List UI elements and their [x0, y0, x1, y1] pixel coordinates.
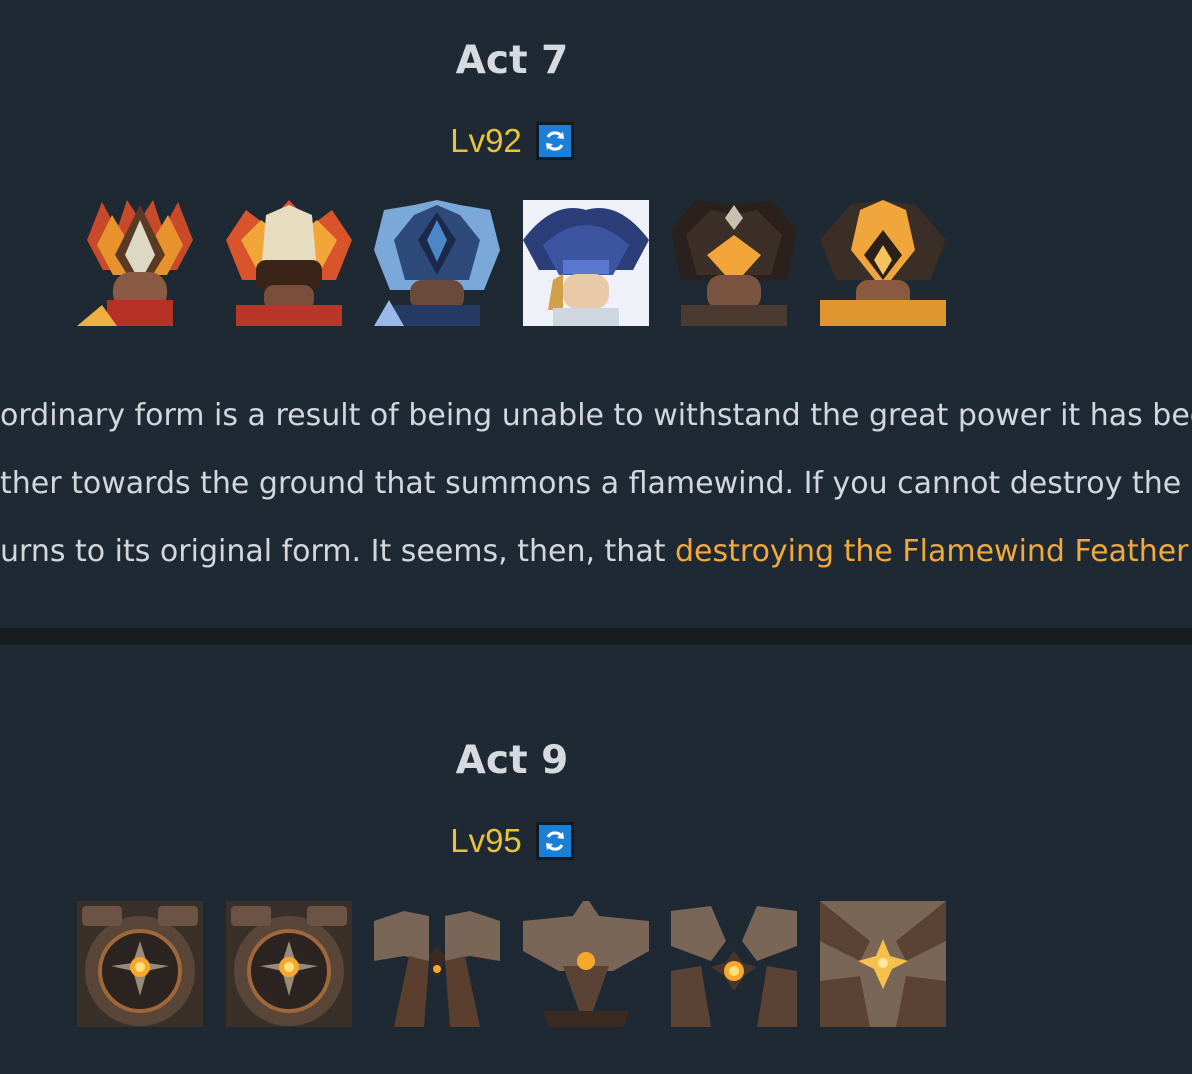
level-label: Lv95 — [450, 822, 522, 859]
description-line: ordinary form is a result of being unabl… — [0, 398, 1192, 433]
flame-masked-warrior-icon[interactable] — [77, 200, 203, 326]
level-row: Lv92 — [0, 121, 1024, 161]
construct-core-icon[interactable] — [77, 901, 203, 1027]
description: ordinary form is a result of being unabl… — [0, 382, 1192, 586]
hydro-hat-warrior-icon[interactable] — [523, 200, 649, 326]
description-highlight: destroying the Flamewind Feather u — [675, 534, 1192, 569]
act-title: Act 9 — [455, 738, 569, 783]
description-line: ther towards the ground that summons a f… — [0, 466, 1192, 501]
construct-star-icon[interactable] — [820, 901, 946, 1027]
refresh-button[interactable] — [535, 122, 574, 160]
level-label: Lv92 — [450, 122, 522, 159]
construct-winged-icon[interactable] — [523, 901, 649, 1027]
section-divider — [0, 628, 1192, 645]
description-line: urns to its original form. It seems, the… — [0, 518, 1192, 586]
refresh-button[interactable] — [535, 822, 574, 860]
act-title: Act 7 — [455, 38, 569, 83]
geo-masked-warrior-2-icon[interactable] — [820, 200, 946, 326]
hydro-masked-warrior-icon[interactable] — [374, 200, 500, 326]
construct-claw-icon[interactable] — [671, 901, 797, 1027]
level-row: Lv95 — [0, 821, 1024, 861]
construct-core-2-icon[interactable] — [226, 901, 352, 1027]
description-text: urns to its original form. It seems, the… — [0, 534, 675, 569]
refresh-icon — [545, 831, 564, 851]
flame-masked-warrior-2-icon[interactable] — [226, 200, 352, 326]
geo-masked-warrior-icon[interactable] — [671, 200, 797, 326]
construct-legs-icon[interactable] — [374, 901, 500, 1027]
refresh-icon — [545, 131, 564, 151]
